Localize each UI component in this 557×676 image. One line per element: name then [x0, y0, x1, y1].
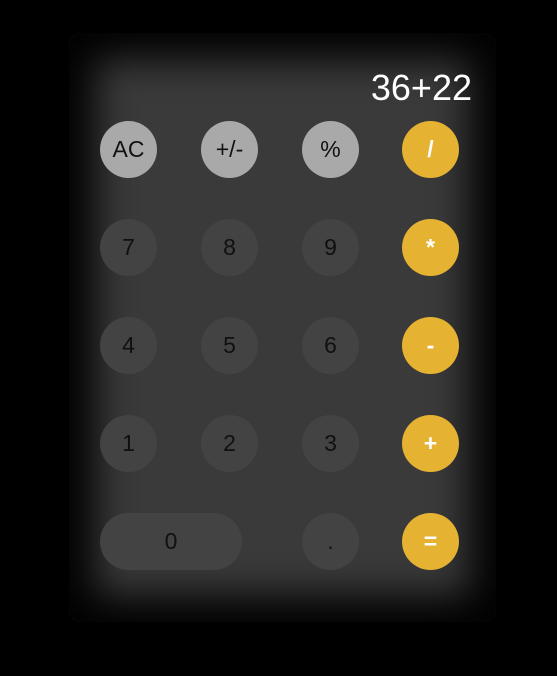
digit-5-button[interactable]: 5 — [201, 317, 258, 374]
digit-4-button[interactable]: 4 — [100, 317, 157, 374]
decimal-button[interactable]: . — [302, 513, 359, 570]
digit-3-button[interactable]: 3 — [302, 415, 359, 472]
digit-1-button[interactable]: 1 — [100, 415, 157, 472]
sign-toggle-button[interactable]: +/- — [201, 121, 258, 178]
multiply-button[interactable]: * — [402, 219, 459, 276]
clear-button[interactable]: AC — [100, 121, 157, 178]
subtract-button[interactable]: - — [402, 317, 459, 374]
add-button[interactable]: + — [402, 415, 459, 472]
digit-8-button[interactable]: 8 — [201, 219, 258, 276]
digit-6-button[interactable]: 6 — [302, 317, 359, 374]
percent-button[interactable]: % — [302, 121, 359, 178]
divide-button[interactable]: / — [402, 121, 459, 178]
digit-7-button[interactable]: 7 — [100, 219, 157, 276]
calculator: 36+22 AC +/- % / 7 8 9 * 4 5 6 - 1 2 3 +… — [69, 33, 496, 622]
display: 36+22 — [370, 67, 472, 108]
equals-button[interactable]: = — [402, 513, 459, 570]
digit-0-button[interactable]: 0 — [100, 513, 242, 570]
digit-9-button[interactable]: 9 — [302, 219, 359, 276]
digit-2-button[interactable]: 2 — [201, 415, 258, 472]
